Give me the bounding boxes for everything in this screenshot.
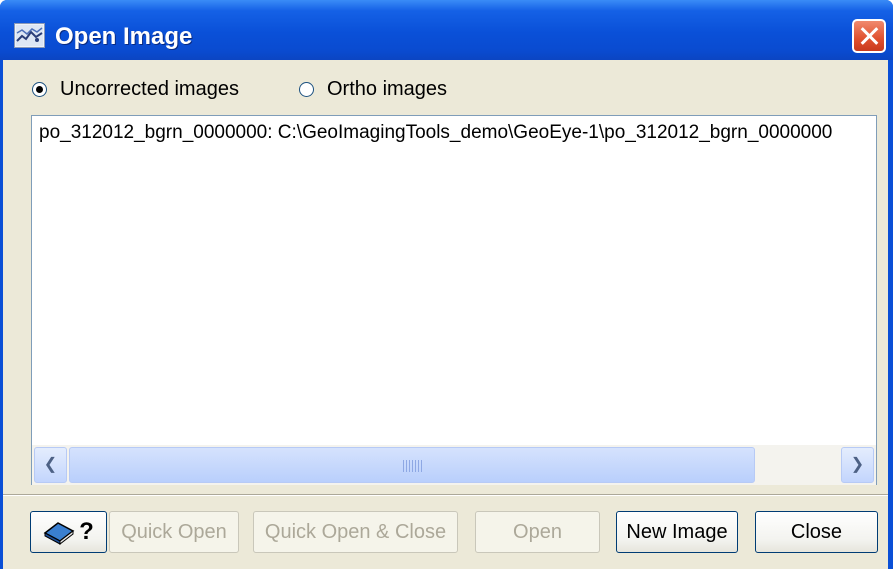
dialog-body: Uncorrected images Ortho images po_31201… xyxy=(3,60,888,569)
list-item[interactable]: po_312012_bgrn_0000000: C:\GeoImagingToo… xyxy=(39,122,832,144)
title-bar[interactable]: Open Image xyxy=(0,0,893,60)
close-window-button[interactable] xyxy=(852,19,886,53)
new-image-button[interactable]: New Image xyxy=(616,511,738,553)
horizontal-scrollbar[interactable]: ❮ ❯ xyxy=(32,445,876,485)
quick-open-label: Quick Open xyxy=(121,520,227,543)
quick-open-close-label: Quick Open & Close xyxy=(264,520,447,543)
book-help-icon xyxy=(43,522,75,545)
scroll-left-button[interactable]: ❮ xyxy=(34,447,67,483)
quick-open-close-button[interactable]: Quick Open & Close xyxy=(253,511,458,553)
close-button[interactable]: Close xyxy=(755,511,878,553)
scroll-right-button[interactable]: ❯ xyxy=(841,447,874,483)
radio-label-uncorrected: Uncorrected images xyxy=(60,77,239,100)
quick-open-button[interactable]: Quick Open xyxy=(109,511,239,553)
help-label: ? xyxy=(79,518,94,545)
radio-button-unchecked[interactable] xyxy=(299,81,314,97)
radio-ortho-images[interactable]: Ortho images xyxy=(299,74,447,104)
arrow-right-icon: ❯ xyxy=(850,456,865,473)
open-button[interactable]: Open xyxy=(475,511,600,553)
separator xyxy=(3,494,888,496)
new-image-label: New Image xyxy=(626,520,728,543)
scroll-thumb[interactable] xyxy=(69,447,755,483)
arrow-left-icon: ❮ xyxy=(43,456,58,473)
radio-label-ortho: Ortho images xyxy=(327,77,448,100)
help-button[interactable]: ? xyxy=(30,511,107,553)
open-label: Open xyxy=(513,520,562,543)
window-title: Open Image xyxy=(55,23,193,50)
image-app-icon xyxy=(14,23,45,48)
radio-button-checked[interactable] xyxy=(32,81,47,97)
open-image-dialog: Open Image Uncorrected images Ortho imag… xyxy=(0,0,893,569)
radio-uncorrected-images[interactable]: Uncorrected images xyxy=(32,74,239,104)
image-list[interactable]: po_312012_bgrn_0000000: C:\GeoImagingToo… xyxy=(31,115,877,485)
close-label: Close xyxy=(790,520,843,543)
grip-icon xyxy=(403,460,423,472)
